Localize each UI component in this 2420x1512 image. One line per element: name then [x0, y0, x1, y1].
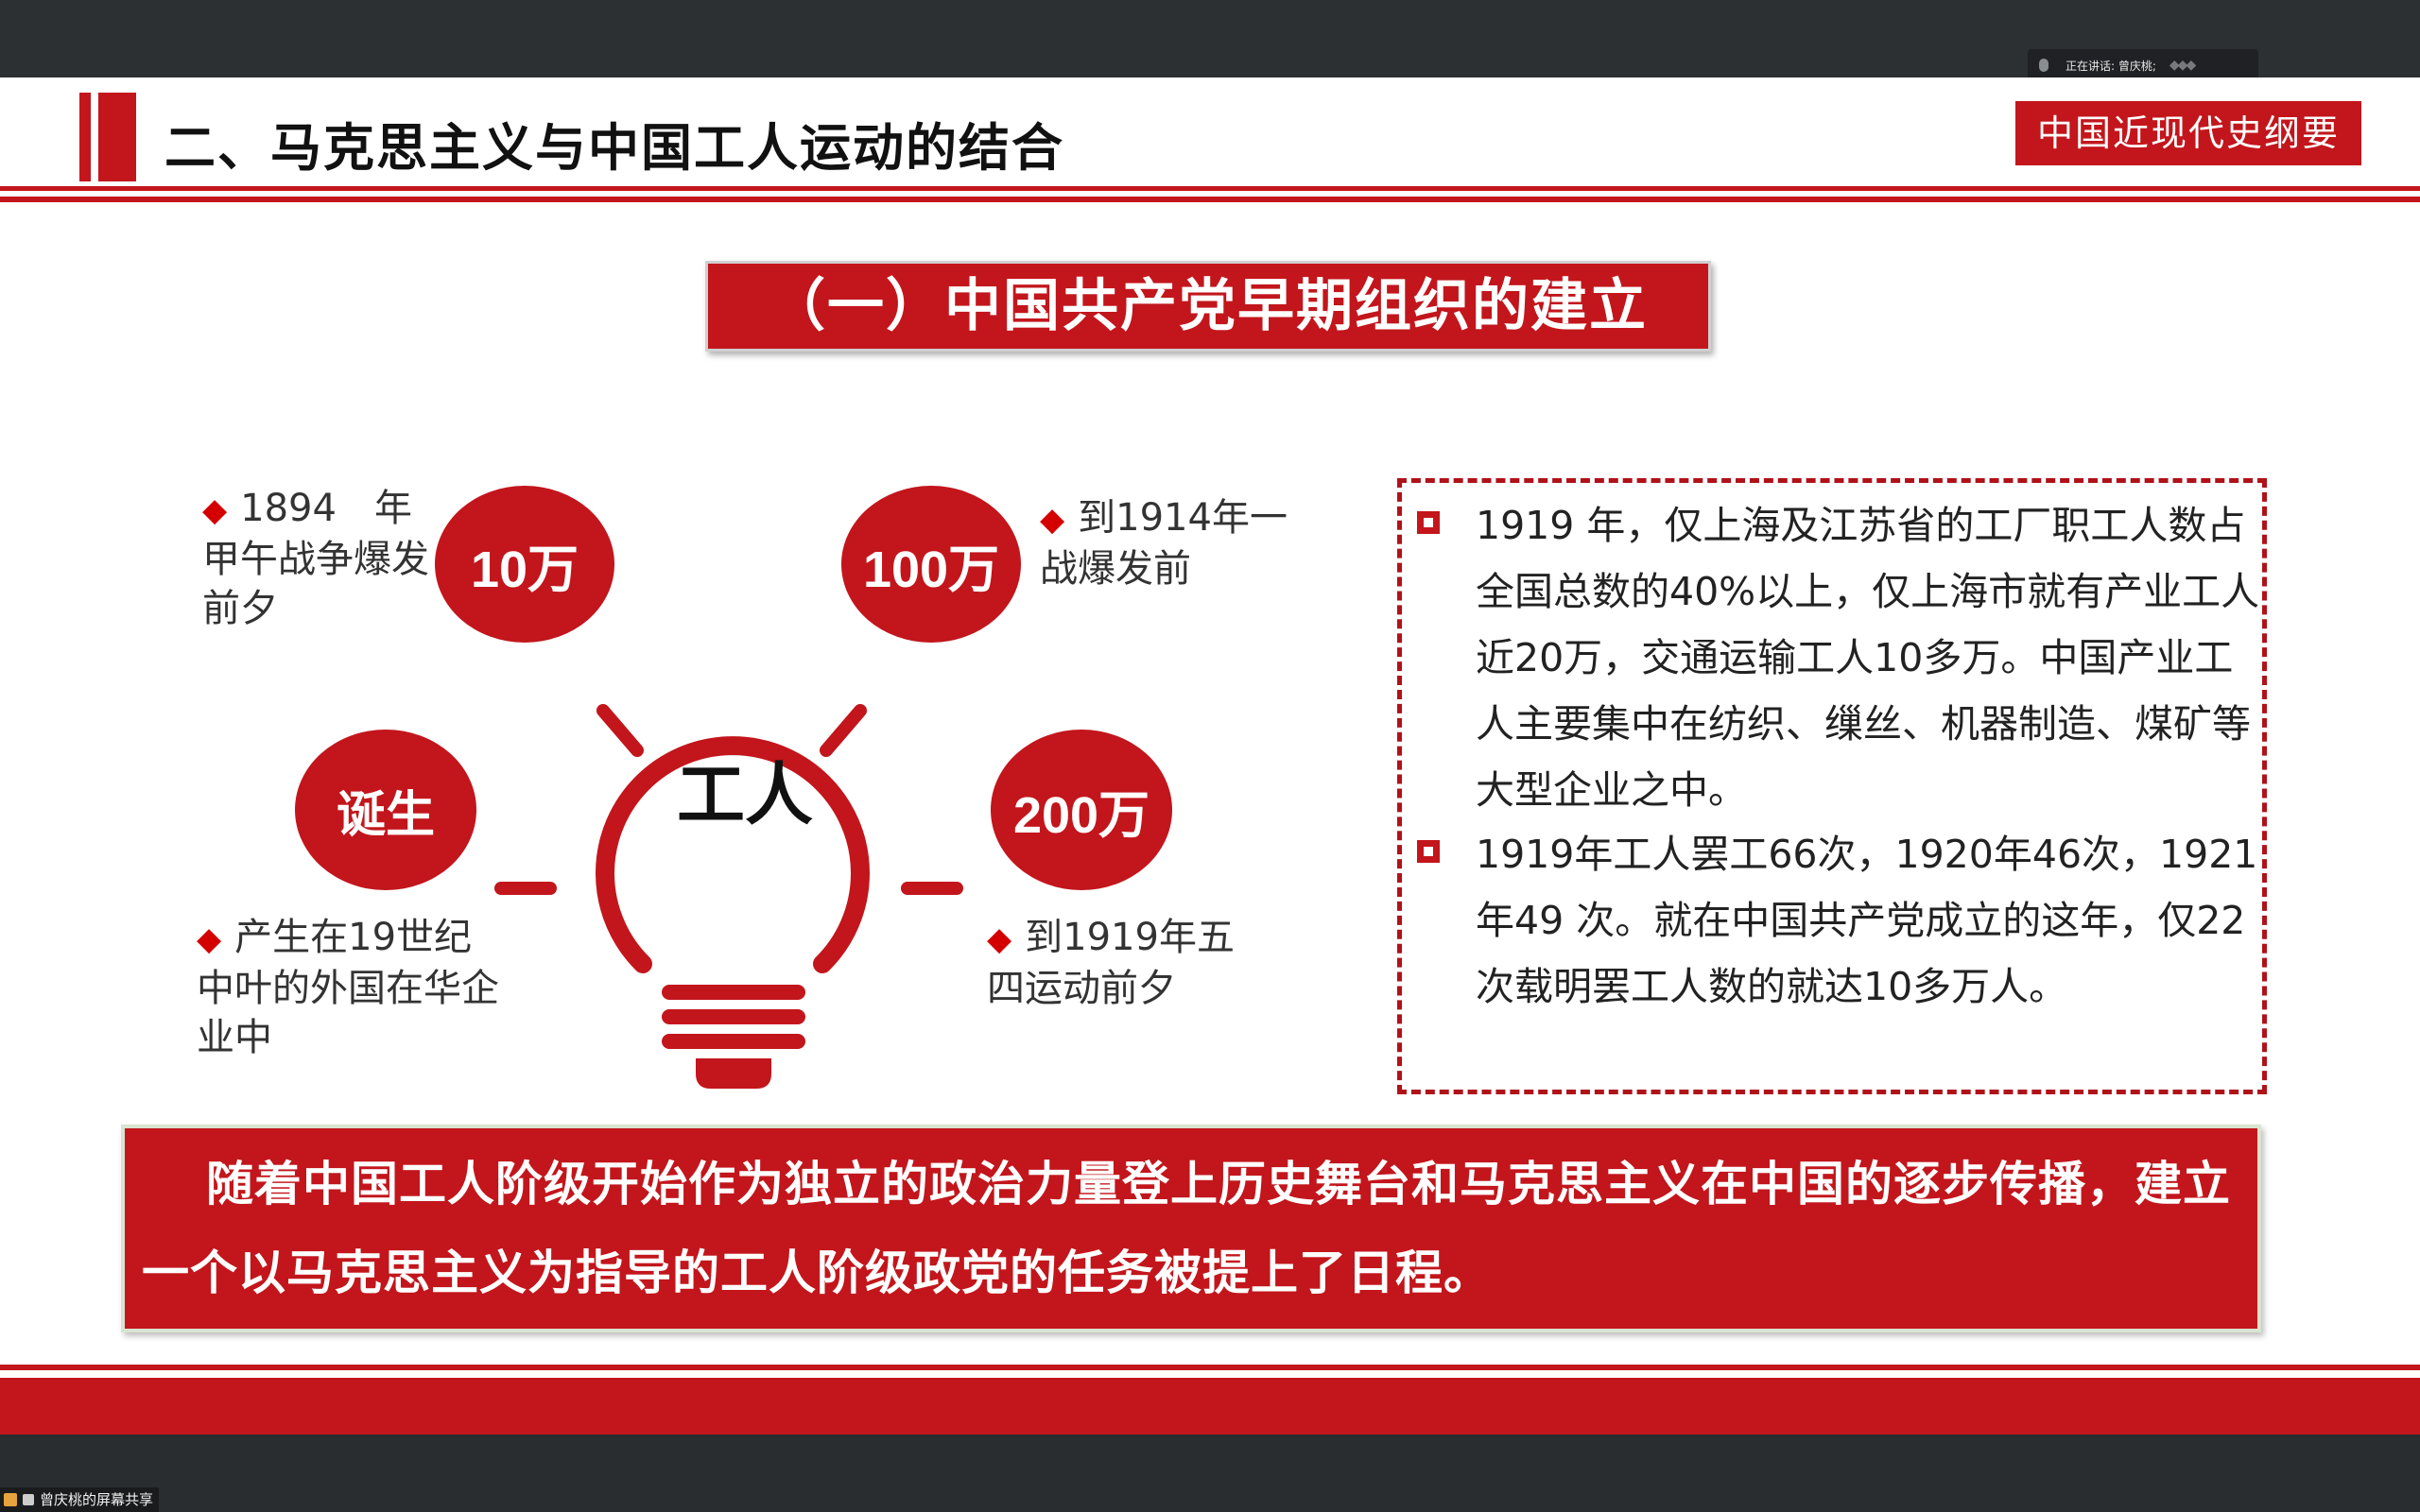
circle-birth: 诞生 [295, 730, 476, 890]
course-name-badge: 中国近现代史纲要 [2015, 101, 2361, 165]
footer-divider [0, 1365, 2420, 1370]
diamond-bullet-icon: ◆ [987, 920, 1012, 958]
speaking-label: 正在讲话: 曾庆桃; [2066, 59, 2156, 73]
annotation-1894: ◆ 1894 年甲午战争爆发前夕 [202, 487, 429, 630]
annotation-origin: ◆ 产生在19世纪中叶的外国在华企业中 [197, 916, 499, 1059]
square-bullet-icon [1417, 511, 1440, 534]
annotation-1919: ◆ 到1919年五四运动前夕 [987, 916, 1235, 1010]
header-divider [0, 186, 2420, 191]
meeting-top-bar: 正在讲话: 曾庆桃; ◆◆◆ [0, 0, 2420, 81]
bulb-base-stripe [662, 1009, 805, 1024]
circle-10wan: 10万 [435, 486, 614, 643]
shared-slide: 二、马克思主义与中国工人运动的结合 中国近现代史纲要 （一）中国共产党早期组织的… [0, 77, 2420, 1435]
microphone-icon [2039, 59, 2048, 72]
fact-item: 1919年工人罢工66次，1920年46次，1921年49 次。就在中国共产党成… [1417, 821, 2270, 1020]
diagram-center-label: 工人 [677, 755, 814, 834]
bulb-tip [696, 1058, 771, 1089]
fact-item: 1919 年，仅上海及江苏省的工厂职工人数占全国总数的40%以上，仅上海市就有产… [1417, 492, 2270, 823]
subtitle-box: （一）中国共产党早期组织的建立 [705, 261, 1711, 352]
title-decoration-block [98, 93, 136, 181]
ray-top-left [596, 704, 644, 757]
audio-level-icon: ◆◆◆ [2169, 58, 2196, 73]
ray-top-right [820, 704, 867, 757]
bulb-base-stripe [662, 1034, 805, 1049]
bulb-base-stripe [662, 985, 805, 1000]
title-decoration-bar [79, 93, 91, 181]
diamond-bullet-icon: ◆ [202, 491, 228, 529]
user-icon [4, 1493, 17, 1506]
footer-band [0, 1378, 2420, 1435]
screen-share-icon [23, 1494, 34, 1505]
circle-200wan: 200万 [991, 730, 1172, 890]
annotation-1914: ◆ 到1914年一战爆发前 [1040, 496, 1288, 591]
header-divider [0, 197, 2420, 202]
circle-100wan: 100万 [841, 486, 1021, 643]
speaker-indicator[interactable]: 正在讲话: 曾庆桃; ◆◆◆ [2028, 49, 2258, 81]
diamond-bullet-icon: ◆ [197, 920, 222, 958]
diamond-bullet-icon: ◆ [1040, 501, 1065, 539]
conclusion-box: 随着中国工人阶级开始作为独立的政治力量登上历史舞台和马克思主义在中国的逐步传播，… [121, 1125, 2261, 1332]
square-bullet-icon [1417, 840, 1440, 863]
facts-box: 1919 年，仅上海及江苏省的工厂职工人数占全国总数的40%以上，仅上海市就有产… [1397, 478, 2267, 1094]
share-label-text: 曾庆桃的屏幕共享 [40, 1491, 154, 1508]
screen-share-label[interactable]: 曾庆桃的屏幕共享 [0, 1487, 160, 1512]
section-title: 二、马克思主义与中国工人运动的结合 [164, 118, 1064, 178]
